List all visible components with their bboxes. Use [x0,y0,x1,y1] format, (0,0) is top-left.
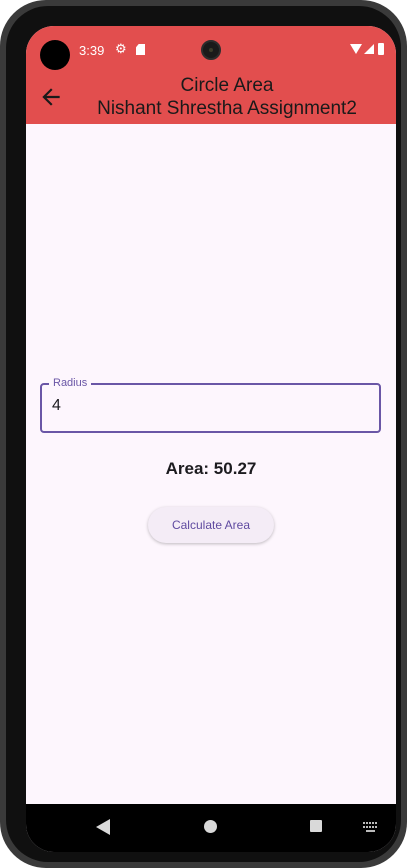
device-frame: 3:39 ⚙ Circle Area Nishant Shrestha Assi… [0,0,407,868]
area-result: Area: 50.27 [165,459,257,478]
app-title-line2: Nishant Shrestha Assignment2 [97,98,357,119]
nav-back-icon[interactable] [96,819,110,835]
gear-icon: ⚙ [115,41,127,56]
camera-cutout [40,40,70,70]
radius-field[interactable]: Radius [40,377,381,433]
radius-input[interactable] [52,397,362,415]
app-bar: Circle Area Nishant Shrestha Assignment2 [26,74,396,124]
calculate-area-button[interactable]: Calculate Area [148,507,274,543]
app-title-line1: Circle Area [180,75,274,96]
nav-recents-icon[interactable] [310,820,322,832]
main-content: Radius Area: 50.27 Calculate Area [26,124,396,804]
nav-home-icon[interactable] [204,820,217,833]
front-camera [201,40,221,60]
back-arrow-icon[interactable] [38,84,64,110]
signal-icon [364,44,374,54]
keyboard-icon[interactable] [363,822,379,832]
battery-icon [378,43,384,55]
wifi-icon [350,44,362,54]
status-time: 3:39 [79,43,105,58]
sd-card-icon [136,44,145,55]
status-bar: 3:39 ⚙ [26,26,396,74]
device-bezel: 3:39 ⚙ Circle Area Nishant Shrestha Assi… [6,6,401,862]
phone-screen: 3:39 ⚙ Circle Area Nishant Shrestha Assi… [26,26,396,852]
system-nav-bar [26,804,396,852]
radius-label: Radius [49,377,92,390]
app-title: Circle Area Nishant Shrestha Assignment2 [66,74,388,120]
